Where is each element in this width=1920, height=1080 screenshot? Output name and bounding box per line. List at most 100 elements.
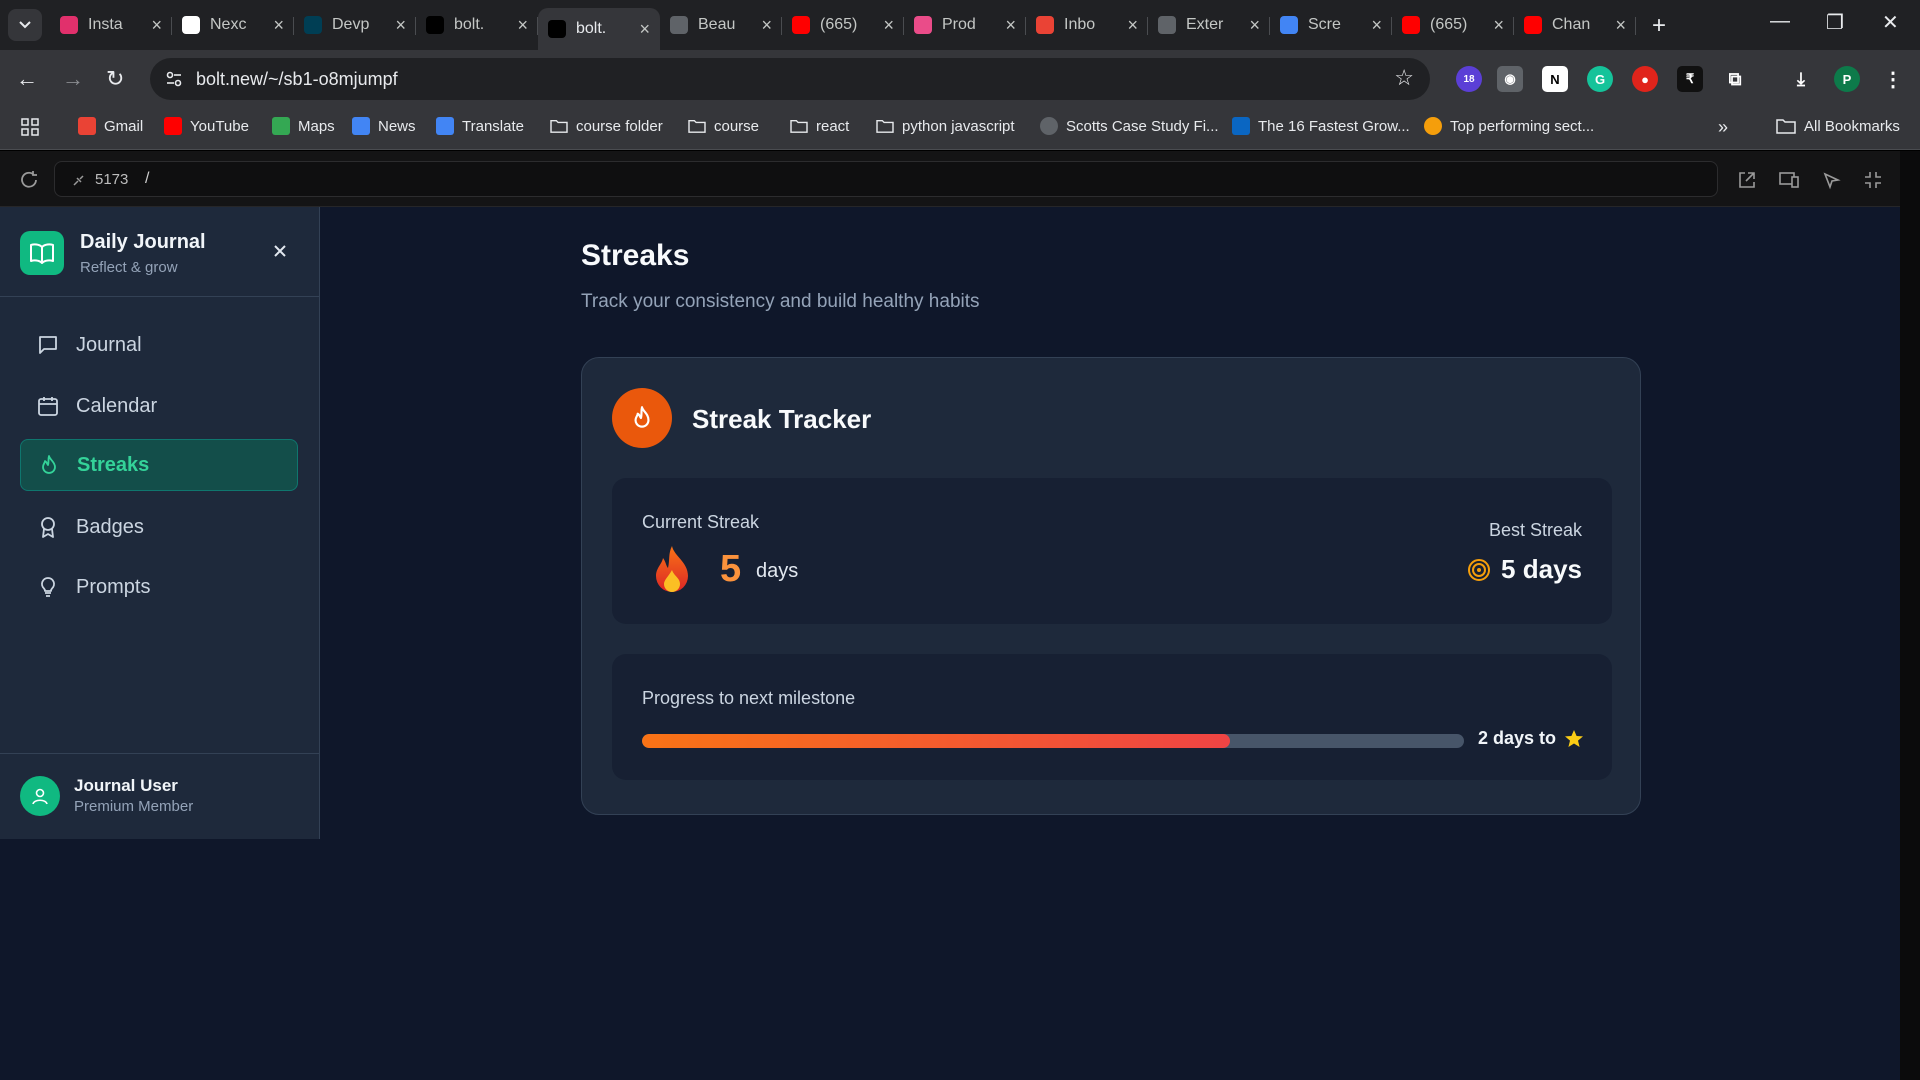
rupee-extension-icon[interactable]: ₹ bbox=[1677, 66, 1703, 92]
reload-button[interactable]: ↻ bbox=[106, 66, 124, 92]
bookmark-item[interactable]: react bbox=[790, 117, 849, 135]
close-tab-icon[interactable]: × bbox=[1615, 15, 1626, 36]
bookmark-item[interactable]: Translate bbox=[436, 117, 524, 135]
bookmark-item[interactable]: Top performing sect... bbox=[1424, 117, 1594, 135]
browser-tab[interactable]: Chan × bbox=[1514, 8, 1636, 42]
close-tab-icon[interactable]: × bbox=[1249, 15, 1260, 36]
streak-tracker-card: Streak Tracker Current Streak 5 days Bes… bbox=[581, 357, 1641, 815]
close-tab-icon[interactable]: × bbox=[395, 15, 406, 36]
open-external-icon[interactable] bbox=[1736, 169, 1758, 191]
browser-tab[interactable]: Devp × bbox=[294, 8, 416, 42]
bookmark-label: YouTube bbox=[190, 117, 249, 135]
sidebar-item-badges[interactable]: Badges bbox=[20, 501, 298, 553]
close-tab-icon[interactable]: × bbox=[1127, 15, 1138, 36]
preview-url-input[interactable]: 5173 / bbox=[54, 161, 1718, 197]
youtube-icon bbox=[792, 16, 810, 34]
sidebar-item-journal[interactable]: Journal bbox=[20, 319, 298, 371]
close-tab-icon[interactable]: × bbox=[151, 15, 162, 36]
minimize-button[interactable]: — bbox=[1770, 10, 1790, 33]
extensions-puzzle-icon[interactable]: ⧉ bbox=[1722, 66, 1748, 92]
preview-scrollbar-area bbox=[1900, 151, 1920, 1080]
sidebar-item-calendar[interactable]: Calendar bbox=[20, 380, 298, 432]
all-bookmarks-button[interactable]: All Bookmarks bbox=[1776, 117, 1900, 135]
bookmark-item[interactable]: News bbox=[352, 117, 416, 135]
close-tab-icon[interactable]: × bbox=[1493, 15, 1504, 36]
bookmark-item[interactable]: python javascript bbox=[876, 117, 1015, 135]
new-tab-button[interactable]: + bbox=[1652, 12, 1666, 40]
extension-badge-icon[interactable]: 18 bbox=[1456, 66, 1482, 92]
close-window-button[interactable]: ✕ bbox=[1882, 10, 1899, 35]
download-icon[interactable]: ⤓ bbox=[1788, 66, 1814, 92]
app-title: Daily Journal bbox=[80, 231, 206, 253]
current-streak-unit: days bbox=[756, 560, 799, 582]
browser-tab[interactable]: Scre × bbox=[1270, 8, 1392, 42]
tab-search-button[interactable] bbox=[8, 9, 42, 41]
tab-title: Inbo bbox=[1064, 16, 1096, 33]
minimize-preview-icon[interactable] bbox=[1862, 169, 1884, 191]
device-preview-icon[interactable] bbox=[1778, 169, 1800, 191]
close-sidebar-icon[interactable] bbox=[270, 241, 290, 261]
bookmark-item[interactable]: The 16 Fastest Grow... bbox=[1232, 117, 1410, 135]
bookmark-item[interactable]: Maps bbox=[272, 117, 335, 135]
forward-button[interactable]: → bbox=[62, 66, 84, 92]
browser-toolbar: ← → ↻ bolt.new/~/sb1-o8mjumpf ☆ 18 ◉ N G… bbox=[0, 50, 1920, 108]
sidebar-item-streaks[interactable]: Streaks bbox=[20, 439, 298, 491]
close-tab-icon[interactable]: × bbox=[761, 15, 772, 36]
bookmark-item[interactable]: course folder bbox=[550, 117, 663, 135]
address-bar[interactable]: bolt.new/~/sb1-o8mjumpf ☆ bbox=[150, 58, 1430, 100]
more-bookmarks-chevron-icon[interactable]: » bbox=[1718, 117, 1728, 138]
close-tab-icon[interactable]: × bbox=[517, 15, 528, 36]
best-streak-label: Best Streak bbox=[1488, 520, 1582, 540]
site-settings-icon[interactable] bbox=[164, 69, 184, 89]
browser-tab[interactable]: Nexc × bbox=[172, 8, 294, 42]
sidebar-item-prompts[interactable]: Prompts bbox=[20, 561, 298, 613]
card-title: Streak Tracker bbox=[692, 404, 872, 434]
browser-tab[interactable]: bolt. × bbox=[538, 8, 660, 50]
browser-tab[interactable]: Prod × bbox=[904, 8, 1026, 42]
preview-path[interactable]: / bbox=[145, 170, 149, 188]
browser-tab[interactable]: bolt. × bbox=[416, 8, 538, 42]
bookmark-star-icon[interactable]: ☆ bbox=[1394, 65, 1414, 91]
close-tab-icon[interactable]: × bbox=[639, 19, 650, 40]
grammarly-extension-icon[interactable]: G bbox=[1587, 66, 1613, 92]
maps-icon bbox=[272, 117, 290, 135]
page-title: Streaks bbox=[581, 239, 690, 272]
bookmark-item[interactable]: Scotts Case Study Fi... bbox=[1040, 117, 1219, 135]
refresh-icon[interactable] bbox=[18, 169, 40, 191]
browser-tab[interactable]: Insta × bbox=[50, 8, 172, 42]
browser-tab[interactable]: (665) × bbox=[1392, 8, 1514, 42]
camera-extension-icon[interactable]: ◉ bbox=[1497, 66, 1523, 92]
restore-button[interactable]: ❐ bbox=[1826, 10, 1844, 35]
bookmark-label: course bbox=[714, 117, 760, 135]
bookmark-label: Scotts Case Study Fi... bbox=[1066, 117, 1219, 135]
gmail-icon bbox=[78, 117, 96, 135]
menu-kebab-icon[interactable]: ⋮ bbox=[1880, 66, 1906, 92]
inspect-icon[interactable] bbox=[1820, 169, 1842, 191]
bookmark-item[interactable]: YouTube bbox=[164, 117, 249, 135]
bookmark-item[interactable]: Gmail bbox=[78, 117, 143, 135]
close-tab-icon[interactable]: × bbox=[1005, 15, 1016, 36]
tab-title: Nexc bbox=[210, 16, 247, 33]
user-profile[interactable]: Journal User Premium Member bbox=[0, 753, 320, 839]
close-tab-icon[interactable]: × bbox=[273, 15, 284, 36]
apps-grid-icon[interactable] bbox=[20, 117, 40, 137]
flame-icon bbox=[42, 455, 56, 474]
browser-tab[interactable]: Inbo × bbox=[1026, 8, 1148, 42]
back-button[interactable]: ← bbox=[16, 66, 38, 92]
browser-tab[interactable]: Exter × bbox=[1148, 8, 1270, 42]
globe-icon bbox=[670, 16, 688, 34]
url-text[interactable]: bolt.new/~/sb1-o8mjumpf bbox=[196, 69, 398, 90]
profile-avatar[interactable]: P bbox=[1834, 66, 1860, 92]
flame-icon bbox=[612, 388, 672, 448]
close-tab-icon[interactable]: × bbox=[883, 15, 894, 36]
close-tab-icon[interactable]: × bbox=[1371, 15, 1382, 36]
notion-extension-icon[interactable]: N bbox=[1542, 66, 1568, 92]
port-indicator[interactable]: 5173 bbox=[71, 171, 128, 188]
browser-tab[interactable]: (665) × bbox=[782, 8, 904, 42]
grid-icon bbox=[21, 118, 39, 136]
app-subtitle: Reflect & grow bbox=[80, 259, 178, 276]
record-extension-icon[interactable]: ● bbox=[1632, 66, 1658, 92]
medium-icon bbox=[1424, 117, 1442, 135]
bookmark-item[interactable]: course bbox=[688, 117, 759, 135]
browser-tab[interactable]: Beau × bbox=[660, 8, 782, 42]
